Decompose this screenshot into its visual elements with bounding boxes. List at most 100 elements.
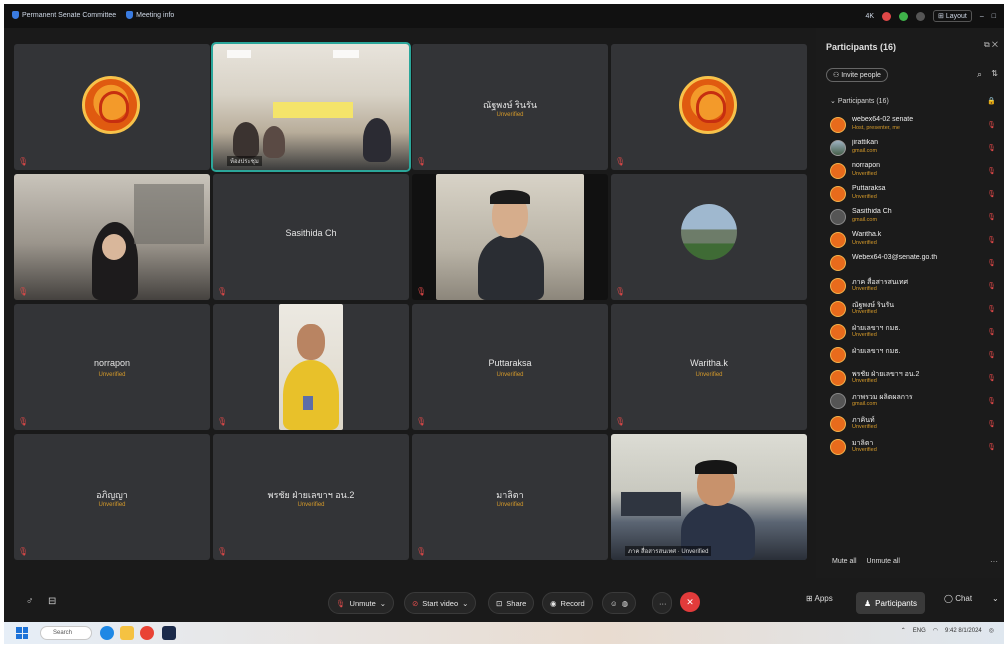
- muted-mic-icon: 🎙: [18, 417, 29, 426]
- unmute-button[interactable]: 🎙 Unmute ⌄: [328, 592, 395, 614]
- avatar: [830, 370, 846, 386]
- participant-row[interactable]: ฝ่ายเลขาฯ กมธ. 🎙: [830, 344, 998, 367]
- muted-mic-icon[interactable]: 🎙: [987, 144, 996, 152]
- taskbar-search[interactable]: Search: [40, 626, 92, 640]
- share-button[interactable]: ⊡ Share: [488, 592, 535, 614]
- participant-row[interactable]: Puttaraksa Unverified 🎙: [830, 183, 998, 206]
- video-tile[interactable]: อภิญญา Unverified 🎙: [14, 434, 210, 560]
- participants-button[interactable]: ♟ Participants: [856, 592, 925, 614]
- maximize-icon[interactable]: □: [992, 13, 996, 20]
- participant-row[interactable]: jirattikan gmail.com 🎙: [830, 137, 998, 160]
- muted-mic-icon[interactable]: 🎙: [987, 351, 996, 359]
- webex-taskbar-icon[interactable]: [162, 626, 176, 640]
- avatar: [830, 232, 846, 248]
- clock[interactable]: 9:42 8/1/2024: [945, 628, 982, 634]
- meeting-title[interactable]: Permanent Senate Committee: [12, 11, 116, 19]
- wifi-icon[interactable]: ◠: [933, 627, 938, 634]
- video-tile[interactable]: 🎙: [412, 174, 608, 300]
- muted-mic-icon[interactable]: 🎙: [987, 121, 996, 129]
- muted-mic-icon[interactable]: 🎙: [987, 443, 996, 451]
- muted-mic-icon[interactable]: 🎙: [987, 236, 996, 244]
- video-tile[interactable]: ภาค สื่อสารสนเทศ · Unverified: [611, 434, 807, 560]
- video-tile[interactable]: พรชัย ฝ่ายเลขาฯ อน.2 Unverified 🎙: [213, 434, 409, 560]
- invite-people-button[interactable]: ⚇ Invite people: [826, 68, 888, 82]
- leave-meeting-button[interactable]: ✕: [680, 592, 700, 612]
- person-figure: [363, 118, 391, 162]
- windows-start-icon[interactable]: [16, 627, 28, 639]
- woman-video-feed: [14, 174, 210, 300]
- verification-status: Unverified: [496, 372, 524, 378]
- video-tile[interactable]: มาลิตา Unverified 🎙: [412, 434, 608, 560]
- more-options-icon[interactable]: ···: [990, 557, 998, 566]
- overflow-icon[interactable]: ⌄: [992, 594, 999, 603]
- panel-popout-close-icons[interactable]: ⧉ ✕: [984, 40, 998, 50]
- minimize-icon[interactable]: –: [980, 13, 984, 20]
- participant-name: webex64-02 senate: [852, 116, 914, 123]
- muted-mic-icon[interactable]: 🎙: [987, 374, 996, 382]
- participant-row[interactable]: ฝ่ายเลขาฯ กมธ. Unverified 🎙: [830, 321, 998, 344]
- meeting-info-button[interactable]: Meeting info: [126, 11, 174, 19]
- grid-icon[interactable]: [916, 11, 926, 21]
- participants-section-header[interactable]: ⌄ Participants (16): [830, 97, 889, 105]
- video-tile[interactable]: 🎙: [611, 44, 807, 170]
- video-tile-active[interactable]: ห้องประชุม: [211, 42, 411, 172]
- muted-mic-icon[interactable]: 🎙: [987, 420, 996, 428]
- apps-button[interactable]: ⊞ Apps: [806, 594, 833, 603]
- video-tile[interactable]: ณัฐพงษ์ รินรัน Unverified 🎙: [412, 44, 608, 170]
- start-video-button[interactable]: ⊘ Start video ⌄: [404, 592, 477, 614]
- windows-taskbar: Search ⌃ ENG ◠ 9:42 8/1/2024 ◎: [4, 622, 1004, 644]
- participant-row[interactable]: ภาคินท์ Unverified 🎙: [830, 413, 998, 436]
- participant-name: jirattikan: [852, 139, 879, 146]
- search-icon[interactable]: ⌕: [977, 69, 982, 80]
- reactions-icon[interactable]: ♂: [26, 596, 34, 607]
- unmute-all-button[interactable]: Unmute all: [867, 558, 900, 565]
- video-tile[interactable]: 🎙: [611, 174, 807, 300]
- muted-mic-icon[interactable]: 🎙: [987, 397, 996, 405]
- participant-row[interactable]: ภาพรวม ผลิตผลการ gmail.com 🎙: [830, 390, 998, 413]
- file-explorer-icon[interactable]: [120, 626, 134, 640]
- muted-mic-icon: 🎙: [217, 287, 228, 296]
- connection-icon: [899, 11, 909, 21]
- record-button[interactable]: ◉ Record: [542, 592, 593, 614]
- shield-icon: [12, 11, 19, 19]
- participant-name: Waritha.k: [690, 358, 728, 368]
- mute-all-button[interactable]: Mute all: [832, 558, 857, 565]
- participant-row[interactable]: ณัฐพงษ์ รินรัน Unverified 🎙: [830, 298, 998, 321]
- participant-row[interactable]: Sasithida Ch gmail.com 🎙: [830, 206, 998, 229]
- video-tile[interactable]: Sasithida Ch 🎙: [213, 174, 409, 300]
- video-tile[interactable]: 🎙: [213, 304, 409, 430]
- video-tile[interactable]: 🎙: [14, 174, 210, 300]
- avatar: [830, 255, 846, 271]
- participant-row[interactable]: norrapon Unverified 🎙: [830, 160, 998, 183]
- muted-mic-icon: 🎙: [336, 598, 346, 608]
- video-tile[interactable]: Waritha.k Unverified 🎙: [611, 304, 807, 430]
- layout-button[interactable]: ⊞ Layout: [933, 10, 972, 22]
- tray-chevron-icon[interactable]: ⌃: [901, 627, 906, 634]
- captions-icon[interactable]: ⊟: [48, 596, 56, 607]
- participant-row[interactable]: Waritha.k Unverified 🎙: [830, 229, 998, 252]
- muted-mic-icon[interactable]: 🎙: [987, 328, 996, 336]
- muted-mic-icon[interactable]: 🎙: [987, 213, 996, 221]
- edge-icon[interactable]: [100, 626, 114, 640]
- muted-mic-icon[interactable]: 🎙: [987, 282, 996, 290]
- notification-icon[interactable]: ◎: [989, 627, 994, 634]
- reactions-button[interactable]: ☺ ◍: [602, 592, 637, 614]
- participant-row[interactable]: webex64-02 senate Host, presenter, me 🎙: [830, 114, 998, 137]
- muted-mic-icon[interactable]: 🎙: [987, 259, 996, 267]
- more-button[interactable]: ···: [652, 592, 672, 614]
- video-tile[interactable]: Puttaraksa Unverified 🎙: [412, 304, 608, 430]
- video-tile[interactable]: 🎙: [14, 44, 210, 170]
- muted-mic-icon[interactable]: 🎙: [987, 190, 996, 198]
- participant-row[interactable]: ภาค สื่อสารสนเทศ Unverified 🎙: [830, 275, 998, 298]
- participant-name: Puttaraksa: [852, 185, 886, 192]
- participant-row[interactable]: Webex64-03@senate.go.th 🎙: [830, 252, 998, 275]
- video-tile[interactable]: norrapon Unverified 🎙: [14, 304, 210, 430]
- participant-row[interactable]: มาลิตา Unverified 🎙: [830, 436, 998, 459]
- tray-lang[interactable]: ENG: [913, 628, 926, 634]
- chat-button[interactable]: ◯ Chat: [944, 594, 972, 603]
- chrome-icon[interactable]: [140, 626, 154, 640]
- muted-mic-icon[interactable]: 🎙: [987, 305, 996, 313]
- muted-mic-icon[interactable]: 🎙: [987, 167, 996, 175]
- sort-icon[interactable]: ⇅: [991, 69, 998, 78]
- participant-row[interactable]: พรชัย ฝ่ายเลขาฯ อน.2 Unverified 🎙: [830, 367, 998, 390]
